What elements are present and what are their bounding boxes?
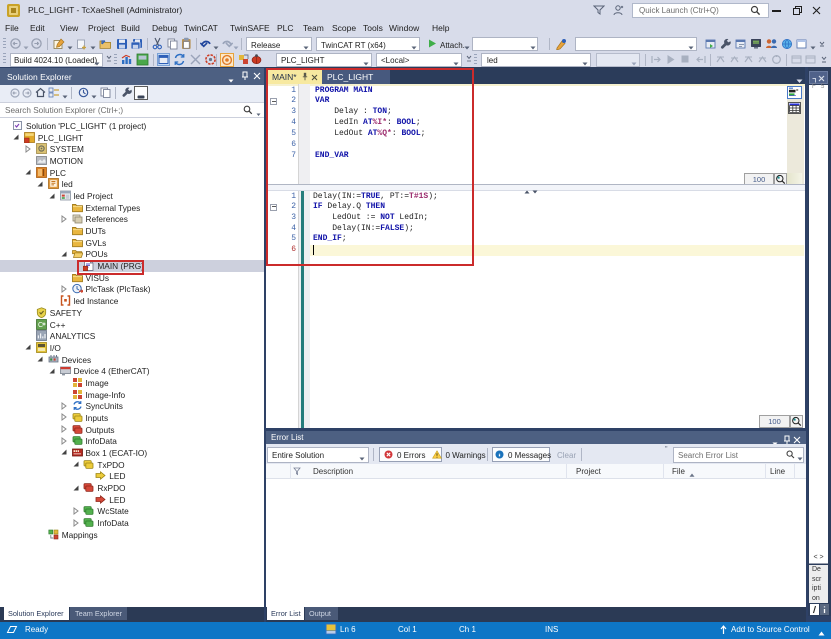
svg-text:C: C [38,322,43,329]
